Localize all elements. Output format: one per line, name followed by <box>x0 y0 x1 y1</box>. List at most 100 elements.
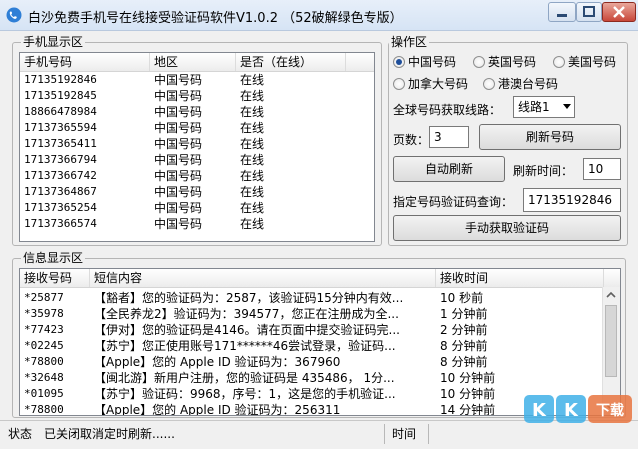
phone-list-row[interactable]: 17135192846 中国号码 在线 <box>20 72 374 88</box>
phone-list-row[interactable]: 17137365594 中国号码 在线 <box>20 120 374 136</box>
refresh-time-input[interactable]: 10 <box>583 158 621 180</box>
sms-list-row[interactable]: *02245 【苏宁】您正使用账号171******46尝试登录，验证码... 8 … <box>20 338 604 354</box>
online-status-cell: 在线 <box>240 121 265 135</box>
status-separator <box>428 424 429 444</box>
region-cell: 中国号码 <box>154 73 203 87</box>
refresh-time-label: 刷新时间： <box>513 164 574 178</box>
sms-content-cell: 【全民养龙2】验证码为：394577，您正在注册成为全... <box>94 307 399 321</box>
sms-list-row[interactable]: *01095 【苏宁】验证码：9968，序号：1，这是您的手机验证... 10 分钟… <box>20 386 604 402</box>
radio-usa-dot[interactable] <box>553 56 565 68</box>
phone-list-row[interactable]: 17137365254 中国号码 在线 <box>20 200 374 216</box>
maximize-button[interactable] <box>576 2 602 22</box>
phone-number-cell: 17137366574 <box>24 217 97 230</box>
phone-list-row[interactable]: 17137366574 中国号码 在线 <box>20 216 374 232</box>
scroll-thumb[interactable] <box>605 305 617 377</box>
sms-list-header: 接收号码 短信内容 接收时间 <box>20 269 620 288</box>
column-header-time[interactable]: 接收时间 <box>436 269 604 287</box>
phone-list-row[interactable]: 17137366794 中国号码 在线 <box>20 152 374 168</box>
radio-hk-macao-taiwan[interactable]: 港澳台号码 <box>483 75 558 93</box>
radio-hk-macao-taiwan-dot[interactable] <box>483 78 495 90</box>
phone-display-group: 手机显示区 手机号码 地区 是否（在线） 17135192846 中国号码 在线 17… <box>12 35 382 246</box>
minimize-button[interactable] <box>548 2 576 22</box>
receiver-number-cell: *78800 <box>24 403 64 416</box>
radio-uk-label: 英国号码 <box>488 55 537 69</box>
page-input[interactable]: 3 <box>429 126 469 148</box>
online-status-cell: 在线 <box>240 73 265 87</box>
operation-group: 操作区 中国号码 英国号码 美国号码 加拿大号码 港澳台号码 全球号码获取线路：… <box>388 35 628 246</box>
receiver-number-cell: *32648 <box>24 371 64 384</box>
radio-uk[interactable]: 英国号码 <box>473 53 536 71</box>
region-cell: 中国号码 <box>154 153 203 167</box>
phone-list-row[interactable]: 17137365411 中国号码 在线 <box>20 136 374 152</box>
phone-list-header: 手机号码 地区 是否（在线） <box>20 53 374 72</box>
phone-number-cell: 17137365254 <box>24 201 97 214</box>
status-message: 已关闭取消定时刷新...... <box>44 427 175 441</box>
online-status-cell: 在线 <box>240 217 265 231</box>
region-cell: 中国号码 <box>154 201 203 215</box>
column-header-region[interactable]: 地区 <box>150 53 236 71</box>
close-button[interactable] <box>602 2 636 22</box>
app-window: 白沙免费手机号在线接受验证码软件V1.0.2 （52破解绿色专版） 手机显示区 … <box>0 0 638 449</box>
receive-time-cell: 10 分钟前 <box>440 371 496 385</box>
scroll-up-button[interactable] <box>603 287 619 303</box>
sms-list-row[interactable]: *32648 【闽北游】新用户注册，您的验证码是 435486， 1分... 10 … <box>20 370 604 386</box>
radio-canada[interactable]: 加拿大号码 <box>393 75 468 93</box>
receive-time-cell: 10 秒前 <box>440 291 484 305</box>
kk-download-watermark-logo: K K 下载 <box>524 395 632 423</box>
receive-time-cell: 8 分钟前 <box>440 339 488 353</box>
radio-china-dot[interactable] <box>393 56 405 68</box>
phone-number-cell: 17137365594 <box>24 121 97 134</box>
phone-list[interactable]: 手机号码 地区 是否（在线） 17135192846 中国号码 在线 17135192… <box>19 52 375 242</box>
radio-uk-dot[interactable] <box>473 56 485 68</box>
title-bar[interactable]: 白沙免费手机号在线接受验证码软件V1.0.2 （52破解绿色专版） <box>0 0 638 31</box>
receiver-number-cell: *78800 <box>24 355 64 368</box>
operation-group-title: 操作区 <box>389 35 430 49</box>
phone-app-icon <box>6 7 22 23</box>
sms-content-cell: 【豁者】您的验证码为：2587，该验证码15分钟内有效... <box>94 291 404 305</box>
receiver-number-cell: *25877 <box>24 291 64 304</box>
refresh-numbers-button[interactable]: 刷新号码 <box>479 124 621 150</box>
phone-number-cell: 17135192845 <box>24 89 97 102</box>
receive-time-cell: 2 分钟前 <box>440 323 488 337</box>
radio-china-label: 中国号码 <box>408 55 457 69</box>
radio-usa[interactable]: 美国号码 <box>553 53 616 71</box>
phone-list-row[interactable]: 18866478984 中国号码 在线 <box>20 104 374 120</box>
sms-list-row[interactable]: *77423 【伊对】您的验证码是4146。请在页面中提交验证码完... 2 分钟前 <box>20 322 604 338</box>
phone-list-row[interactable]: 17135192845 中国号码 在线 <box>20 88 374 104</box>
svg-text:K: K <box>564 400 579 421</box>
route-select[interactable]: 线路1 <box>513 96 575 118</box>
radio-usa-label: 美国号码 <box>568 55 617 69</box>
maximize-icon <box>583 6 595 17</box>
sms-list-row[interactable]: *35978 【全民养龙2】验证码为：394577，您正在注册成为全... 1 分钟… <box>20 306 604 322</box>
receiver-number-cell: *77423 <box>24 323 64 336</box>
sms-list-row[interactable]: *25877 【豁者】您的验证码为：2587，该验证码15分钟内有效... 10 秒… <box>20 290 604 306</box>
receiver-number-cell: *35978 <box>24 307 64 320</box>
svg-text:下载: 下载 <box>596 402 624 419</box>
status-label: 状态 <box>8 427 33 441</box>
route-label: 全球号码获取线路： <box>393 103 502 117</box>
column-header-content[interactable]: 短信内容 <box>90 269 436 287</box>
sms-list-row[interactable]: *78800 【Apple】您的 Apple ID 验证码为：256311 14 分… <box>20 402 604 416</box>
radio-canada-dot[interactable] <box>393 78 405 90</box>
minimize-icon <box>557 14 567 17</box>
phone-list-row[interactable]: 17137366742 中国号码 在线 <box>20 168 374 184</box>
manual-fetch-code-button[interactable]: 手动获取验证码 <box>393 215 621 241</box>
phone-list-row[interactable]: 17137364867 中国号码 在线 <box>20 184 374 200</box>
sms-list-row[interactable]: *78800 【Apple】您的 Apple ID 验证码为：367960 8 分钟… <box>20 354 604 370</box>
chevron-up-icon <box>606 291 616 298</box>
receive-time-cell: 8 分钟前 <box>440 355 488 369</box>
query-label: 指定号码验证码查询： <box>393 195 514 209</box>
sms-content-cell: 【Apple】您的 Apple ID 验证码为：367960 <box>94 355 341 369</box>
column-header-phone[interactable]: 手机号码 <box>20 53 150 71</box>
column-header-online[interactable]: 是否（在线） <box>236 53 346 71</box>
online-status-cell: 在线 <box>240 137 265 151</box>
auto-refresh-button[interactable]: 自动刷新 <box>393 156 505 182</box>
query-number-input[interactable]: 17135192846 <box>523 188 621 212</box>
phone-number-cell: 17137366794 <box>24 153 97 166</box>
column-header-receiver[interactable]: 接收号码 <box>20 269 90 287</box>
online-status-cell: 在线 <box>240 105 265 119</box>
online-status-cell: 在线 <box>240 201 265 215</box>
radio-china[interactable]: 中国号码 <box>393 53 456 71</box>
phone-number-cell: 17137365411 <box>24 137 97 150</box>
region-cell: 中国号码 <box>154 137 203 151</box>
